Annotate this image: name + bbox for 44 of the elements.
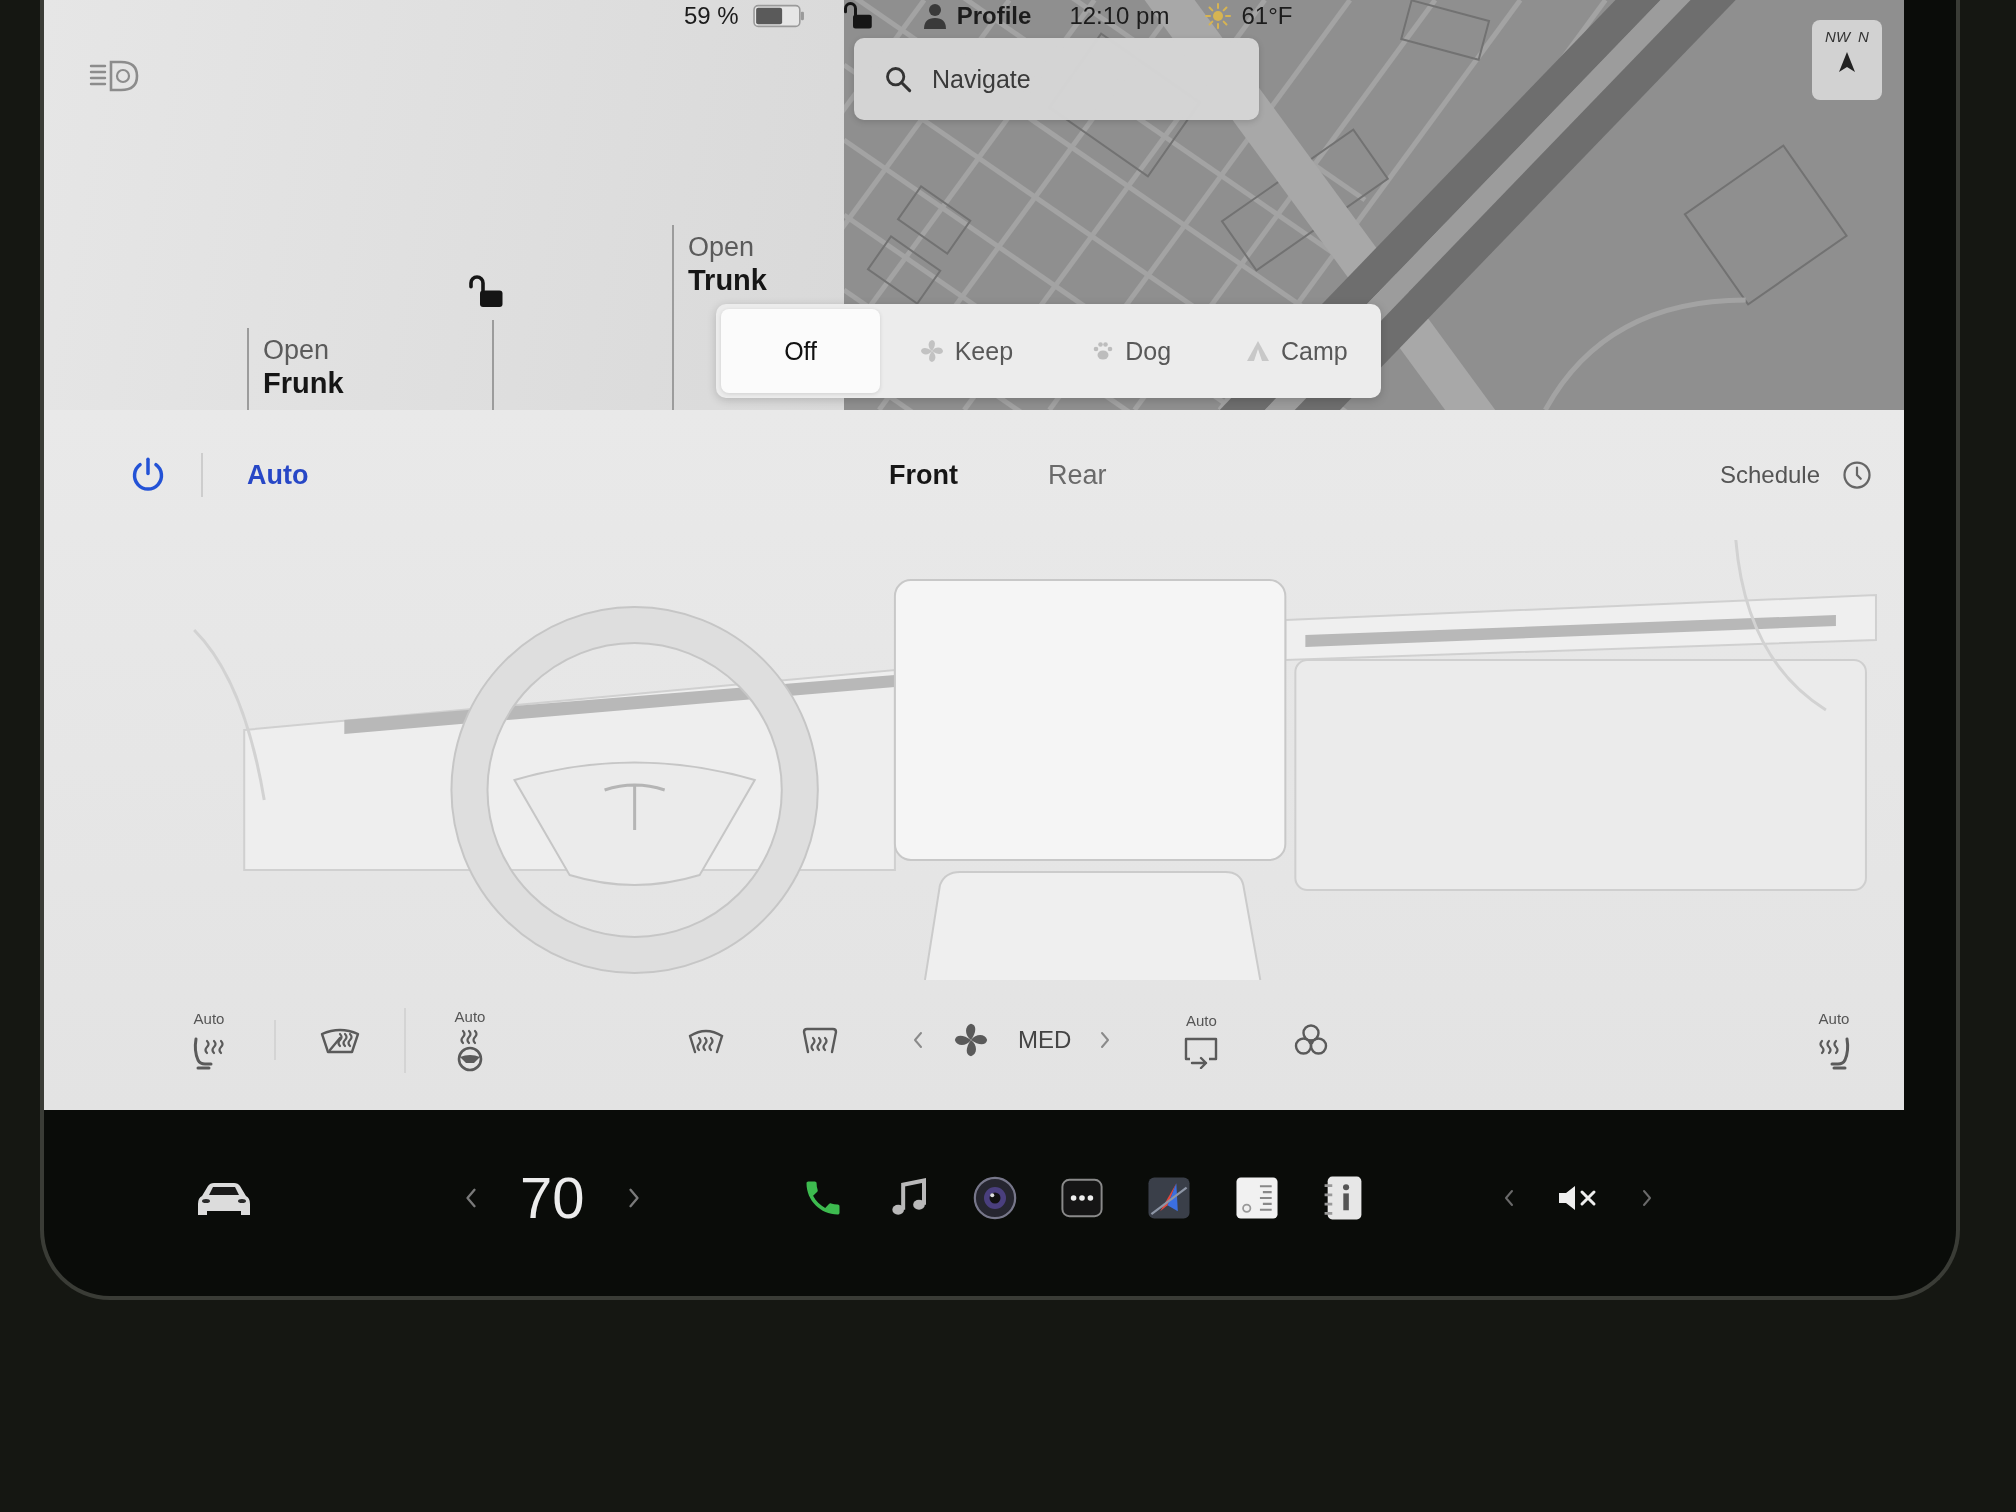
chevron-right-icon[interactable]: [1640, 1187, 1653, 1208]
climate-mode-option[interactable]: Dog: [1051, 309, 1211, 393]
auto-button[interactable]: Auto: [247, 459, 309, 491]
car-action-button[interactable]: Open Trunk: [672, 225, 781, 301]
profile-button[interactable]: Profile: [922, 2, 1032, 30]
battery-percentage: 59 %: [684, 2, 739, 30]
fan-icon: [918, 338, 945, 364]
lock-icon[interactable]: [468, 274, 504, 310]
chevron-left-icon[interactable]: [464, 1186, 478, 1209]
climate-mode-option[interactable]: Camp: [1216, 309, 1376, 393]
lock-icon[interactable]: [842, 1, 873, 31]
notepad-icon[interactable]: [1234, 1175, 1279, 1220]
arrow-tile-icon[interactable]: [1146, 1175, 1191, 1220]
more-icon[interactable]: [1060, 1177, 1103, 1218]
chevron-right-icon[interactable]: [626, 1186, 641, 1209]
zone-tab[interactable]: Front: [889, 459, 958, 491]
schedule-button[interactable]: Schedule: [1719, 460, 1872, 490]
sun-icon: [1205, 3, 1232, 29]
info-book-icon[interactable]: [1322, 1174, 1363, 1221]
outside-temperature: 61°F: [1241, 2, 1293, 30]
battery-icon: [752, 4, 805, 28]
search-icon: [884, 65, 912, 93]
chevron-left-icon[interactable]: [1502, 1187, 1515, 1208]
climate-mode-option[interactable]: Keep: [886, 309, 1046, 393]
compass-button[interactable]: NW N: [1812, 20, 1882, 100]
search-field[interactable]: Navigate: [854, 38, 1259, 120]
climate-mode-option[interactable]: Off: [721, 309, 881, 393]
compass-arrow-icon: [1838, 51, 1856, 73]
tent-icon: [1245, 339, 1272, 363]
seat-heater-button[interactable]: Auto: [189, 1009, 229, 1071]
steering-wheel-heater-button[interactable]: Auto: [450, 1007, 490, 1073]
seat-heater-button[interactable]: Auto: [1814, 1009, 1854, 1071]
recirculate-button[interactable]: Auto: [1181, 1011, 1222, 1069]
chevron-right-icon[interactable]: [1099, 1031, 1112, 1049]
fan-speed: MED: [1018, 1026, 1072, 1054]
clock-icon: [1842, 460, 1872, 490]
headlight-icon[interactable]: [89, 58, 141, 94]
chevron-left-icon[interactable]: [912, 1031, 924, 1049]
fan-icon: [952, 1021, 990, 1059]
temperature-setting: 70: [520, 1164, 585, 1231]
zone-tab[interactable]: Rear: [1048, 459, 1107, 491]
clock-time: 12:10 pm: [1069, 2, 1170, 30]
camera-icon[interactable]: [972, 1175, 1017, 1220]
person-icon: [922, 3, 947, 29]
